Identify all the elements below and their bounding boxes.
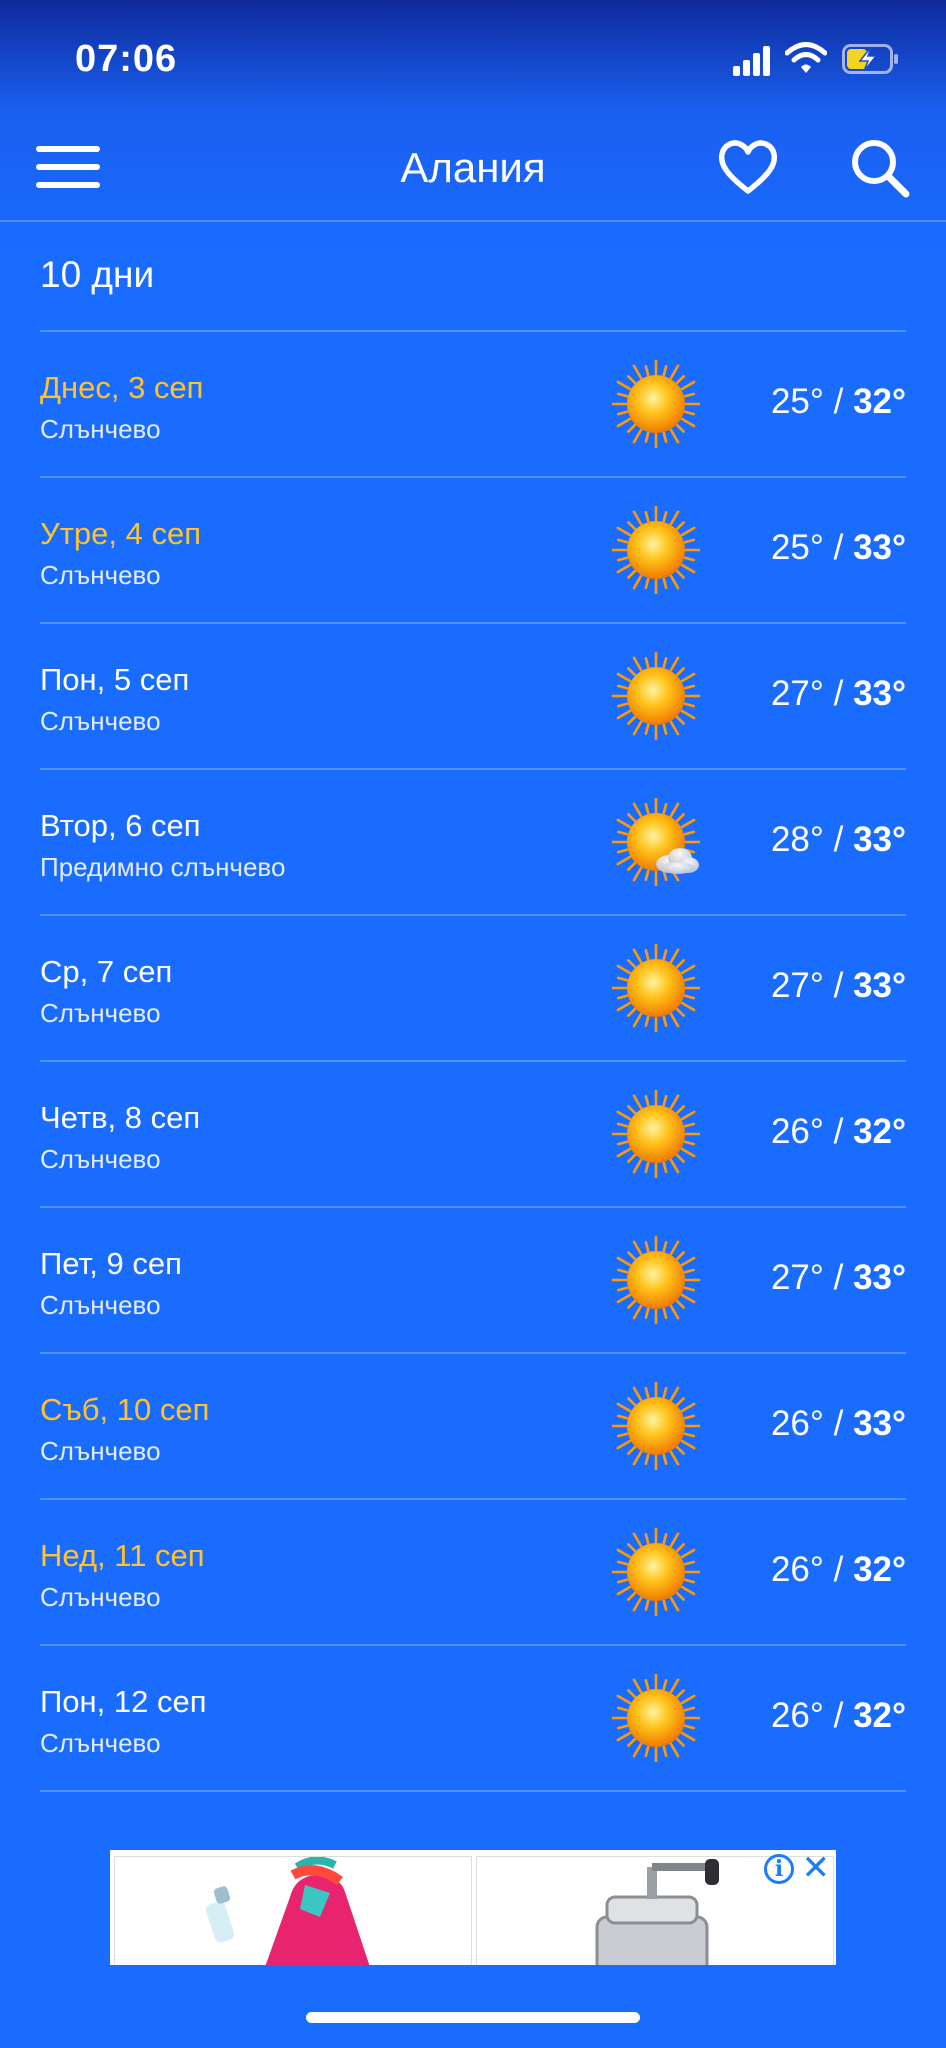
temp-high: 32° [853,1696,906,1735]
forecast-row[interactable]: Пет, 9 сеп Слънчево 27° / 33° [40,1208,906,1354]
temp-low: 26° [770,1550,824,1589]
forecast-temperature: 26° / 32° [770,1696,906,1735]
forecast-condition: Слънчево [40,998,161,1028]
forecast-day-label: Днес, 3 сеп [40,370,204,405]
forecast-temperature: 27° / 33° [770,674,906,713]
forecast-temperature: 25° / 33° [770,528,906,567]
forecast-row[interactable]: Ср, 7 сеп Слънчево 27° / 33° [40,916,906,1062]
temp-low: 25° [770,382,824,421]
temp-high: 33° [853,674,906,713]
section-title-10-days: 10 дни [40,254,155,295]
temp-low: 28° [770,820,824,859]
temp-low: 26° [770,1404,824,1443]
forecast-condition: Слънчево [40,1728,161,1758]
temp-high: 33° [853,966,906,1005]
forecast-condition: Предимно слънчево [40,852,286,882]
forecast-row[interactable]: Днес, 3 сеп Слънчево 25° / 32° [40,332,906,478]
status-time: 07:06 [75,38,178,80]
forecast-row[interactable]: Съб, 10 сеп Слънчево 26° / 33° [40,1354,906,1500]
sun-icon [612,1090,700,1178]
temp-low: 25° [770,528,824,567]
sun-icon [612,652,700,740]
forecast-condition: Слънчево [40,1582,161,1612]
forecast-row[interactable]: Нед, 11 сеп Слънчево 26° / 32° [40,1500,906,1646]
forecast-condition: Слънчево [40,1436,161,1466]
forecast-day-label: Съб, 10 сеп [40,1392,210,1427]
temp-low: 27° [770,1258,824,1297]
sun-icon [612,944,700,1032]
sun-icon [612,1236,700,1324]
temp-high: 32° [853,382,906,421]
forecast-temperature: 26° / 32° [770,1112,906,1151]
temp-high: 33° [853,1258,906,1297]
forecast-row[interactable]: Пон, 12 сеп Слънчево 26° / 32° [40,1646,906,1792]
forecast-row[interactable]: Четв, 8 сеп Слънчево 26° / 32° [40,1062,906,1208]
sun-icon [612,506,700,594]
forecast-temperature: 27° / 33° [770,1258,906,1297]
forecast-day-label: Пет, 9 сеп [40,1246,182,1281]
favorite-heart-icon[interactable] [716,136,780,200]
forecast-row[interactable]: Втор, 6 сеп Предимно слънчево 28° / 33° [40,770,906,916]
temp-high: 33° [853,528,906,567]
forecast-list: Днес, 3 сеп Слънчево 25° / 32° Утре, 4 сеп С… [40,330,906,1792]
forecast-temperature: 27° / 33° [770,966,906,1005]
forecast-row[interactable]: Утре, 4 сеп Слънчево 25° / 33° [40,478,906,624]
ad-info-icon[interactable]: i [764,1854,794,1884]
forecast-condition: Слънчево [40,706,161,736]
ad-product-bottle[interactable] [114,1856,472,1965]
app-bar: Алания [0,120,946,222]
ad-banner[interactable]: i ✕ [110,1850,836,1965]
temp-high: 32° [853,1550,906,1589]
forecast-temperature: 25° / 32° [770,382,906,421]
forecast-temperature: 28° / 33° [770,820,906,859]
page-title: Алания [400,144,546,191]
forecast-row[interactable]: Пон, 5 сеп Слънчево 27° / 33° [40,624,906,770]
forecast-condition: Слънчево [40,560,161,590]
temp-high: 32° [853,1112,906,1151]
forecast-day-label: Четв, 8 сеп [40,1100,201,1135]
sun-icon [612,360,700,448]
forecast-day-label: Втор, 6 сеп [40,808,201,843]
temp-high: 33° [853,820,906,859]
forecast-day-label: Пон, 5 сеп [40,662,190,697]
forecast-day-label: Ср, 7 сеп [40,954,173,989]
search-icon[interactable] [848,136,912,200]
temp-high: 33° [853,1404,906,1443]
bottle-image [205,1856,370,1965]
temp-low: 27° [770,966,824,1005]
ad-close-icon[interactable]: ✕ [802,1850,831,1886]
battery-charging-icon [842,44,898,74]
sun-icon [612,1674,700,1762]
forecast-temperature: 26° / 32° [770,1550,906,1589]
forecast-condition: Слънчево [40,1144,161,1174]
wifi-icon [785,42,827,73]
temp-low: 27° [770,674,824,713]
forecast-day-label: Пон, 12 сеп [40,1684,207,1719]
forecast-condition: Слънчево [40,414,161,444]
forecast-day-label: Нед, 11 сеп [40,1538,205,1573]
forecast-temperature: 26° / 33° [770,1404,906,1443]
temp-low: 26° [770,1696,824,1735]
forecast-day-label: Утре, 4 сеп [40,516,201,551]
temp-low: 26° [770,1112,824,1151]
home-indicator[interactable] [306,2012,640,2023]
status-bar: 07:06 [0,0,946,120]
sun-cloud-icon [612,798,700,886]
sun-icon [612,1528,700,1616]
cellular-signal-icon [733,46,770,76]
sun-icon [612,1382,700,1470]
forecast-condition: Слънчево [40,1290,161,1320]
